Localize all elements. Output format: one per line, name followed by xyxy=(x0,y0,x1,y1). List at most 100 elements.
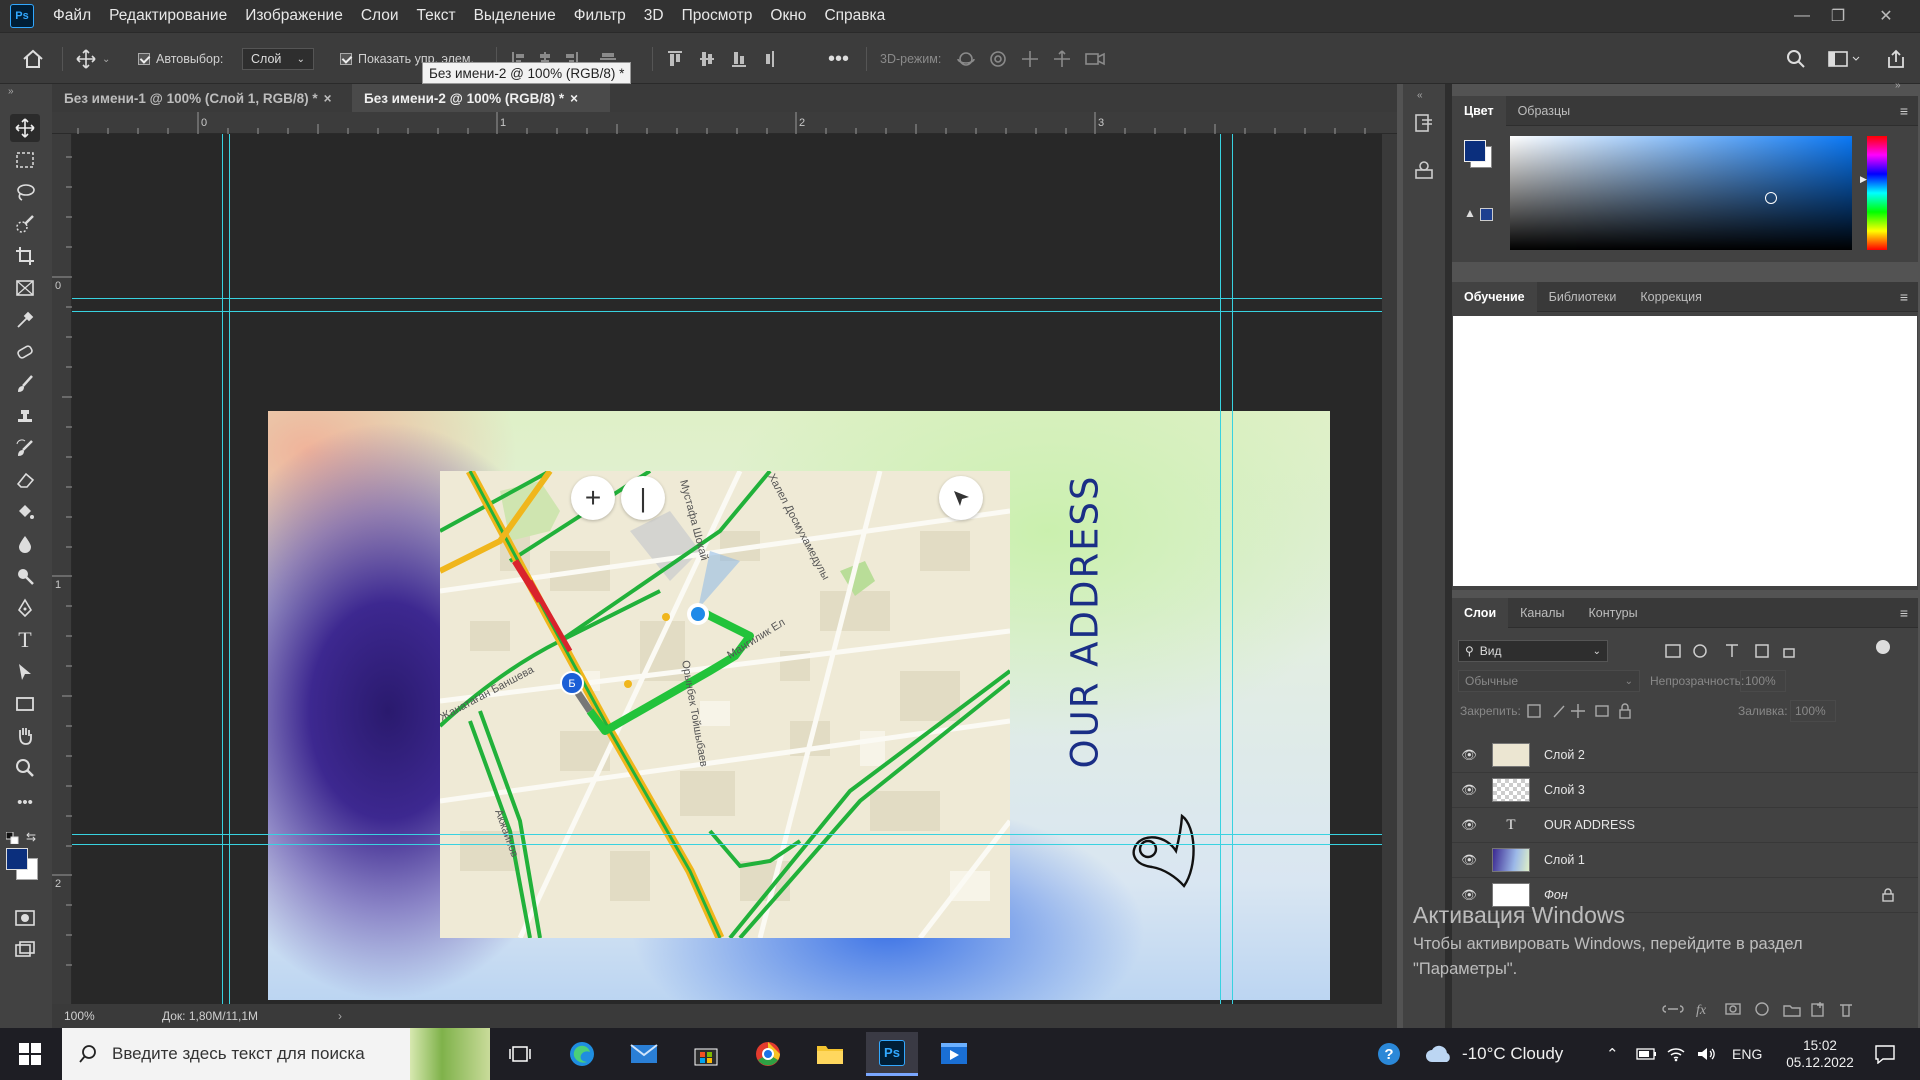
menu-file[interactable]: Файл xyxy=(44,0,100,32)
language-indicator[interactable]: ENG xyxy=(1732,1028,1762,1080)
guide-line[interactable] xyxy=(222,134,223,1004)
zoom-in-button[interactable]: + xyxy=(571,476,615,520)
lock-icons[interactable] xyxy=(1526,702,1646,720)
close-button[interactable]: ✕ xyxy=(1868,0,1904,32)
edge-browser-icon[interactable] xyxy=(556,1032,608,1076)
menu-image[interactable]: Изображение xyxy=(236,0,352,32)
tab-swatches[interactable]: Образцы xyxy=(1506,96,1583,126)
layer-row[interactable]: 👁 Слой 1 xyxy=(1452,843,1918,878)
healing-brush-icon[interactable] xyxy=(10,338,40,366)
task-view-icon[interactable] xyxy=(494,1032,546,1076)
menu-help[interactable]: Справка xyxy=(815,0,894,32)
navigation-arrow-icon[interactable] xyxy=(939,476,983,520)
tab-libraries[interactable]: Библиотеки xyxy=(1537,282,1629,312)
eye-icon[interactable]: 👁 xyxy=(1452,783,1486,798)
battery-icon[interactable] xyxy=(1636,1028,1658,1080)
pen-tool-icon[interactable] xyxy=(10,594,40,622)
rectangle-tool-icon[interactable] xyxy=(10,690,40,718)
color-fg-swatch[interactable] xyxy=(1464,140,1486,162)
eye-icon[interactable]: 👁 xyxy=(1452,888,1486,903)
menu-3d[interactable]: 3D xyxy=(635,0,673,32)
history-brush-icon[interactable] xyxy=(10,434,40,462)
foreground-color-swatch[interactable] xyxy=(6,848,28,870)
guide-line[interactable] xyxy=(229,134,230,1004)
eye-icon[interactable]: 👁 xyxy=(1452,748,1486,763)
weather-widget[interactable]: -10°C Cloudy xyxy=(1424,1028,1563,1080)
path-select-icon[interactable] xyxy=(10,658,40,686)
filter-toggle[interactable] xyxy=(1876,640,1890,654)
tray-chevron-icon[interactable]: ⌃ xyxy=(1606,1028,1619,1080)
close-tab-icon[interactable]: × xyxy=(324,91,332,106)
restore-button[interactable]: ❐ xyxy=(1820,0,1856,32)
hue-slider[interactable] xyxy=(1867,136,1887,250)
more-tools-icon[interactable]: ••• xyxy=(10,788,40,816)
layer-row[interactable]: 👁 Слой 2 xyxy=(1452,738,1918,773)
color-field[interactable] xyxy=(1510,136,1852,250)
layer-filter-icons[interactable] xyxy=(1664,642,1804,660)
menu-filter[interactable]: Фильтр xyxy=(565,0,635,32)
paint-bucket-icon[interactable] xyxy=(10,498,40,526)
layer-name[interactable]: OUR ADDRESS xyxy=(1544,818,1635,832)
close-tab-icon[interactable]: × xyxy=(570,91,578,106)
share-icon[interactable] xyxy=(1886,33,1906,85)
menu-layers[interactable]: Слои xyxy=(352,0,408,32)
guide-line[interactable] xyxy=(72,298,1382,299)
collapse-icon[interactable]: « xyxy=(1417,90,1423,101)
workspace-icon[interactable] xyxy=(1828,33,1862,85)
layer-name[interactable]: Слой 1 xyxy=(1544,853,1585,867)
opacity-input[interactable]: 100% xyxy=(1740,670,1786,692)
frame-tool-icon[interactable] xyxy=(10,274,40,302)
fill-input[interactable]: 100% xyxy=(1790,700,1836,722)
layer-row[interactable]: 👁 Слой 3 xyxy=(1452,773,1918,808)
menu-edit[interactable]: Редактирование xyxy=(100,0,236,32)
volume-icon[interactable] xyxy=(1696,1028,1716,1080)
windows-start-icon[interactable] xyxy=(4,1032,56,1076)
layer-footer-icons[interactable]: fx xyxy=(1662,1000,1912,1018)
chrome-icon[interactable] xyxy=(742,1032,794,1076)
vertical-ruler[interactable]: 0 1 2 xyxy=(52,134,72,1004)
panel-menu-icon[interactable]: ≡ xyxy=(1900,605,1908,621)
type-tool-icon[interactable]: T xyxy=(10,626,40,654)
guide-line[interactable] xyxy=(1220,134,1221,1004)
properties-icon[interactable] xyxy=(1413,160,1435,182)
swap-colors-icon[interactable]: ⇆ xyxy=(26,830,36,844)
search-icon[interactable] xyxy=(1786,33,1806,85)
eyedropper-icon[interactable] xyxy=(10,306,40,334)
chevron-right-icon[interactable]: › xyxy=(338,1009,342,1023)
more-options-icon[interactable]: ••• xyxy=(828,33,849,85)
hue-slider-handle[interactable]: ▶ xyxy=(1860,174,1867,185)
panel-menu-icon[interactable]: ≡ xyxy=(1900,289,1908,305)
crop-tool-icon[interactable] xyxy=(10,242,40,270)
eye-icon[interactable]: 👁 xyxy=(1452,818,1486,833)
autoselect-dropdown[interactable]: Слой ⌄ xyxy=(242,48,314,70)
canvas-workspace[interactable]: Б Мустафа Шокай Халел Досмухамедулы Манг… xyxy=(72,134,1382,1004)
store-icon[interactable] xyxy=(680,1032,732,1076)
dodge-tool-icon[interactable] xyxy=(10,562,40,590)
blur-tool-icon[interactable] xyxy=(10,530,40,558)
home-icon[interactable] xyxy=(22,33,44,85)
horizontal-ruler[interactable]: 0 1 2 3 xyxy=(52,112,1397,134)
layer-name[interactable]: Слой 3 xyxy=(1544,783,1585,797)
guide-line[interactable] xyxy=(72,834,1382,835)
tab-channels[interactable]: Каналы xyxy=(1508,598,1576,628)
tab-adjustments[interactable]: Коррекция xyxy=(1628,282,1713,312)
lasso-tool-icon[interactable] xyxy=(10,178,40,206)
tab-paths[interactable]: Контуры xyxy=(1577,598,1650,628)
history-icon[interactable] xyxy=(1413,112,1435,134)
file-explorer-icon[interactable] xyxy=(804,1032,856,1076)
tab-document-1[interactable]: Без имени-1 @ 100% (Слой 1, RGB/8) * × xyxy=(52,84,348,112)
document-canvas[interactable]: Б Мустафа Шокай Халел Досмухамедулы Манг… xyxy=(268,411,1330,1000)
zoom-level[interactable]: 100% xyxy=(64,1009,144,1023)
layer-name[interactable]: Слой 2 xyxy=(1544,748,1585,762)
layer-row[interactable]: 👁 T OUR ADDRESS xyxy=(1452,808,1918,843)
menu-select[interactable]: Выделение xyxy=(465,0,565,32)
quick-mask-icon[interactable] xyxy=(10,904,40,932)
panel-menu-icon[interactable]: ≡ xyxy=(1900,103,1908,119)
tab-document-2[interactable]: Без имени-2 @ 100% (RGB/8) * × xyxy=(352,84,610,112)
guide-line[interactable] xyxy=(72,311,1382,312)
taskbar-search[interactable]: Введите здесь текст для поиска xyxy=(62,1028,490,1080)
move-tool-icon[interactable]: ⌄ xyxy=(76,33,110,85)
default-colors-icon[interactable] xyxy=(6,832,20,844)
menu-window[interactable]: Окно xyxy=(761,0,815,32)
guide-line[interactable] xyxy=(72,844,1382,845)
